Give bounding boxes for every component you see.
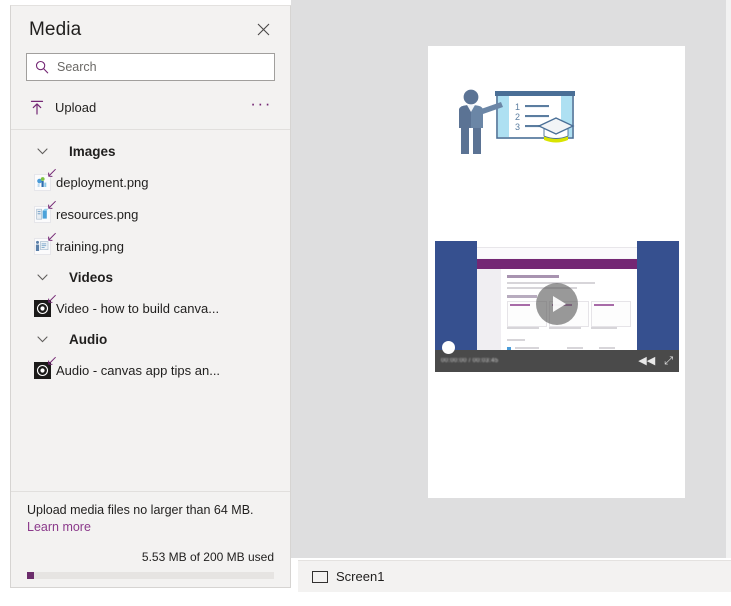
list-item[interactable]: deployment.png (11, 166, 290, 198)
video-player[interactable]: 00:00:00 / 00:03:45 ◀◀ ⤢ (435, 241, 679, 372)
fullscreen-icon[interactable]: ⤢ (664, 356, 673, 367)
chevron-down-icon-glyph (37, 274, 48, 281)
drag-marker-icon (47, 294, 57, 304)
upload-label: Upload (55, 100, 96, 115)
close-icon[interactable] (250, 17, 276, 43)
status-bar: Screen1 (298, 560, 731, 592)
thumbnail-appbar (477, 259, 637, 269)
training-illustration: 1 2 3 (448, 84, 598, 164)
video-scrubber-handle[interactable] (442, 341, 455, 354)
group-title: Images (69, 144, 116, 159)
close-icon-glyph (257, 23, 270, 36)
search-icon (35, 60, 49, 74)
upload-button[interactable]: Upload (28, 89, 248, 125)
chevron-down-icon (37, 336, 57, 343)
storage-usage-text: 5.53 MB of 200 MB used (27, 550, 274, 564)
list-item[interactable]: training.png (11, 230, 290, 262)
group-title: Audio (69, 332, 107, 347)
drag-marker-icon (47, 200, 57, 210)
media-panel-footer: Upload media files no larger than 64 MB.… (11, 491, 290, 587)
list-item[interactable]: resources.png (11, 198, 290, 230)
group-header-audio[interactable]: Audio (11, 324, 290, 354)
upload-icon (28, 100, 46, 115)
chevron-down-icon (37, 148, 57, 155)
thumbnail-titlebar (477, 241, 637, 248)
overflow-menu-button[interactable]: ··· (248, 100, 274, 114)
canvas-backdrop-edge (726, 0, 731, 558)
svg-text:1: 1 (515, 102, 520, 112)
media-list: Images deployment.png (11, 130, 290, 491)
play-icon-glyph (553, 296, 566, 312)
media-panel: Media (10, 5, 291, 588)
upload-row: Upload ··· (11, 89, 290, 125)
drag-marker-icon (47, 168, 57, 178)
list-item[interactable]: Audio - canvas app tips an... (11, 354, 290, 386)
upload-size-note: Upload media files no larger than 64 MB. (27, 502, 274, 519)
svg-text:2: 2 (515, 112, 520, 122)
list-item-label: Audio - canvas app tips an... (56, 363, 220, 378)
thumbnail-ribbon (477, 248, 637, 258)
list-item[interactable]: Video - how to build canva... (11, 292, 290, 324)
drag-marker-icon (47, 232, 57, 242)
search-input[interactable] (57, 60, 266, 74)
svg-text:3: 3 (515, 122, 520, 132)
app-screen-canvas[interactable]: 1 2 3 (428, 46, 685, 498)
storage-usage-bar (27, 572, 274, 579)
search-row (11, 53, 290, 81)
media-panel-header: Media (11, 6, 290, 53)
upload-icon-glyph (30, 100, 44, 115)
storage-usage-fill (27, 572, 34, 579)
video-time-label: 00:00:00 / 00:03:45 (441, 358, 629, 364)
play-icon[interactable] (536, 283, 578, 325)
list-item-label: resources.png (56, 207, 138, 222)
screen-rectangle-icon (312, 571, 328, 583)
chevron-down-icon-glyph (37, 148, 48, 155)
page-title: Media (29, 19, 250, 41)
group-header-images[interactable]: Images (11, 136, 290, 166)
list-item-label: Video - how to build canva... (56, 301, 219, 316)
drag-marker-icon (47, 356, 57, 366)
video-control-bar: 00:00:00 / 00:03:45 ◀◀ ⤢ (435, 350, 679, 372)
learn-more-link[interactable]: Learn more (27, 519, 274, 536)
screen-label: Screen1 (336, 569, 384, 584)
search-icon-glyph (35, 60, 49, 74)
chevron-down-icon-glyph (37, 336, 48, 343)
list-item-label: training.png (56, 239, 124, 254)
rewind-icon[interactable]: ◀◀ (638, 356, 655, 367)
group-title: Videos (69, 270, 113, 285)
search-box[interactable] (26, 53, 275, 81)
group-header-videos[interactable]: Videos (11, 262, 290, 292)
chevron-down-icon (37, 274, 57, 281)
list-item-label: deployment.png (56, 175, 149, 190)
screen-selector[interactable]: Screen1 (312, 569, 384, 584)
thumbnail-leftnav (477, 269, 501, 351)
